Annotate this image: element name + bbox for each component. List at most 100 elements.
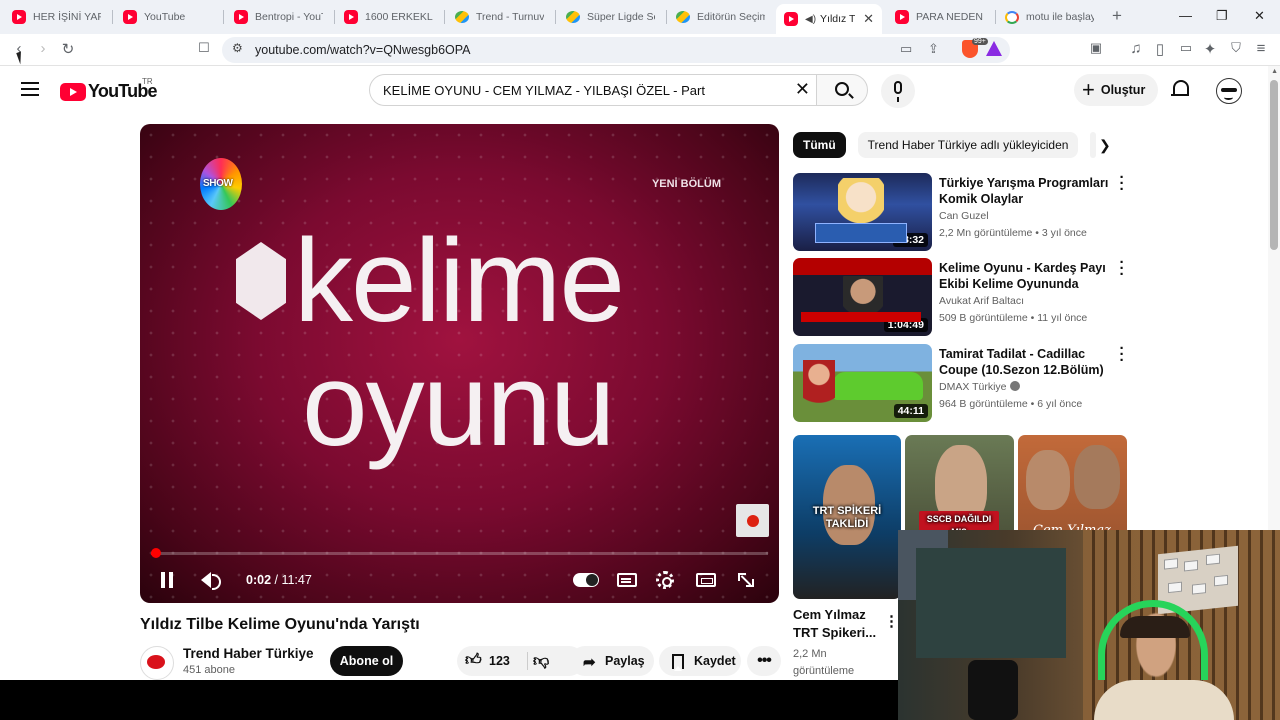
- plus-icon: +: [1082, 77, 1095, 102]
- browser-tab[interactable]: Editörün Seçim: [676, 4, 776, 30]
- restore-icon[interactable]: ❐: [1216, 8, 1228, 24]
- chip-partial[interactable]: [1090, 132, 1097, 158]
- url-text[interactable]: youtube.com/watch?v=QNwesgb6OPA: [255, 43, 471, 57]
- notifications-bell-icon[interactable]: [1171, 80, 1189, 100]
- recommendation-item[interactable]: 44:11 Tamirat Tadilat - Cadillac Coupe (…: [793, 341, 1133, 424]
- hamburger-menu-icon[interactable]: [21, 82, 39, 96]
- leo-icon[interactable]: ▣: [1086, 40, 1106, 56]
- recommendation-title[interactable]: Türkiye Yarışma Programları Komik Olayla…: [939, 175, 1111, 208]
- subscribe-button[interactable]: Abone ol: [330, 646, 403, 676]
- kebab-menu-icon[interactable]: · · ·: [1117, 170, 1127, 197]
- browser-tab[interactable]: Bentropi - YouT: [234, 4, 334, 30]
- video-thumbnail[interactable]: 44:11: [793, 344, 932, 422]
- browser-tab[interactable]: Süper Ligde Se: [566, 4, 666, 30]
- like-dislike-group: 👍︎ 123 👎︎: [457, 646, 584, 676]
- dislike-thumb-icon[interactable]: 👎︎: [533, 652, 549, 671]
- channel-avatar[interactable]: [140, 646, 174, 680]
- media-icon[interactable]: ♫: [1126, 40, 1146, 57]
- browser-tab-active[interactable]: ◀) Yıldız Til ✕: [776, 4, 882, 34]
- theater-mode-icon[interactable]: [696, 573, 716, 587]
- cast-icon[interactable]: ▭: [900, 41, 912, 57]
- recommendation-item[interactable]: 1:04:49 Kelime Oyunu - Kardeş Payı Ekibi…: [793, 255, 1133, 338]
- autoplay-toggle[interactable]: [573, 573, 599, 587]
- short-view-count: 2,2 Mn görüntüleme: [793, 646, 854, 680]
- browser-tab[interactable]: PARA NEDEN V: [895, 4, 995, 30]
- save-button[interactable]: Kaydet: [659, 646, 741, 676]
- create-button[interactable]: + Oluştur: [1074, 74, 1158, 106]
- settings-gear-icon[interactable]: [656, 571, 674, 589]
- forward-icon[interactable]: ›: [33, 40, 53, 57]
- upload-age: 11 yıl önce: [1037, 312, 1088, 324]
- youtube-icon: [344, 10, 358, 24]
- youtube-logo[interactable]: YouTube TR: [60, 77, 158, 102]
- account-avatar[interactable]: [1216, 78, 1242, 104]
- short-title[interactable]: Cem Yılmaz TRT Spikeri...: [793, 606, 881, 642]
- share-button[interactable]: ➦ Paylaş: [570, 646, 654, 676]
- duration-badge: 1:04:49: [883, 318, 928, 332]
- recommendation-item[interactable]: 18:32 Türkiye Yarışma Programları Komik …: [793, 170, 1133, 253]
- recommendation-title[interactable]: Kelime Oyunu - Kardeş Payı Ekibi Kelime …: [939, 260, 1111, 293]
- browser-tab[interactable]: YouTube: [123, 4, 223, 30]
- window-close-icon[interactable]: ✕: [1254, 8, 1265, 24]
- kebab-menu-icon[interactable]: ⋮: [884, 612, 899, 630]
- browser-tab[interactable]: HER İŞİNİ YAPA: [12, 4, 112, 30]
- kebab-menu-icon[interactable]: · · ·: [1117, 255, 1127, 282]
- subtitles-icon[interactable]: [617, 573, 637, 587]
- minimize-icon[interactable]: —: [1179, 8, 1192, 23]
- voice-search-button[interactable]: [881, 74, 915, 108]
- like-count[interactable]: 123: [489, 654, 510, 668]
- more-actions-button[interactable]: •••: [747, 646, 781, 676]
- recommendation-channel[interactable]: Can Guzel: [939, 210, 989, 222]
- kebab-menu-icon[interactable]: · · ·: [1117, 341, 1127, 368]
- like-thumb-icon[interactable]: 👍︎: [465, 651, 482, 670]
- browser-menu-icon[interactable]: ≡: [1251, 40, 1271, 57]
- channel-name-text[interactable]: DMAX Türkiye: [939, 381, 1007, 393]
- search-icon: [835, 82, 849, 96]
- search-input[interactable]: KELİME OYUNU - CEM YILMAZ - YILBAŞI ÖZEL…: [369, 74, 817, 106]
- progress-bar[interactable]: [150, 548, 768, 558]
- wallet-icon[interactable]: ▭: [1176, 40, 1196, 56]
- clear-search-icon[interactable]: ✕: [795, 79, 810, 100]
- tab-label: Süper Ligde Se: [587, 11, 655, 23]
- browser-tab[interactable]: motu ile başlay: [1005, 4, 1105, 30]
- volume-button[interactable]: [201, 572, 221, 590]
- fullscreen-icon[interactable]: [736, 571, 756, 589]
- vpn-icon[interactable]: ⛉: [1226, 40, 1246, 56]
- browser-tab[interactable]: 1600 ERKEKLE E: [344, 4, 444, 30]
- new-tab-icon[interactable]: +: [1112, 6, 1122, 26]
- sidebar-icon[interactable]: ▯: [1150, 40, 1170, 58]
- channel-bug-text: SHOW: [203, 178, 233, 189]
- chip-all[interactable]: Tümü: [793, 132, 846, 158]
- video-thumbnail[interactable]: 1:04:49: [793, 258, 932, 336]
- bookmark-icon[interactable]: ☐: [194, 40, 214, 56]
- scrollbar-thumb[interactable]: [1270, 80, 1278, 250]
- pause-button[interactable]: [160, 572, 174, 588]
- address-bar[interactable]: ⚙ youtube.com/watch?v=QNwesgb6OPA ▭ ⇪ 99…: [222, 37, 1010, 63]
- chip-from-uploader[interactable]: Trend Haber Türkiye adlı yükleyiciden: [857, 132, 1079, 158]
- search-query-text[interactable]: KELİME OYUNU - CEM YILMAZ - YILBAŞI ÖZEL…: [383, 83, 705, 98]
- total-duration: 11:47: [281, 573, 312, 587]
- recommendation-channel[interactable]: Avukat Arif Baltacı: [939, 295, 1024, 307]
- short-thumbnail[interactable]: TRT SPİKERİ TAKLİDİ: [793, 435, 901, 599]
- channel-name[interactable]: Trend Haber Türkiye: [183, 646, 314, 661]
- chevron-right-icon[interactable]: ❯: [1099, 137, 1111, 154]
- scroll-up-arrow-icon[interactable]: ▲: [1271, 68, 1278, 75]
- scrubber-handle[interactable]: [150, 548, 161, 558]
- close-tab-icon[interactable]: ✕: [863, 11, 874, 27]
- recommendation-title[interactable]: Tamirat Tadilat - Cadillac Coupe (10.Sez…: [939, 346, 1111, 379]
- channel-watermark[interactable]: [736, 504, 769, 537]
- tab-label: Editörün Seçim: [697, 11, 765, 23]
- ai-icon[interactable]: ✦: [1200, 40, 1220, 58]
- video-player[interactable]: SHOW YENİ BÖLÜM kelime oyunu 0:02 / 11:4…: [140, 124, 779, 603]
- search-button[interactable]: [816, 74, 868, 106]
- reload-icon[interactable]: ↻: [58, 40, 78, 58]
- brave-rewards-icon[interactable]: [986, 41, 1002, 56]
- browser-tab[interactable]: Trend - Turnuva: [455, 4, 555, 30]
- site-settings-icon[interactable]: ⚙: [232, 41, 243, 55]
- youtube-icon: [234, 10, 248, 24]
- recommendation-channel[interactable]: DMAX Türkiye: [939, 381, 1020, 393]
- video-thumbnail[interactable]: 18:32: [793, 173, 932, 251]
- tab-label: Yıldız Til: [820, 13, 856, 25]
- share-page-icon[interactable]: ⇪: [928, 41, 939, 57]
- youtube-icon: [123, 10, 137, 24]
